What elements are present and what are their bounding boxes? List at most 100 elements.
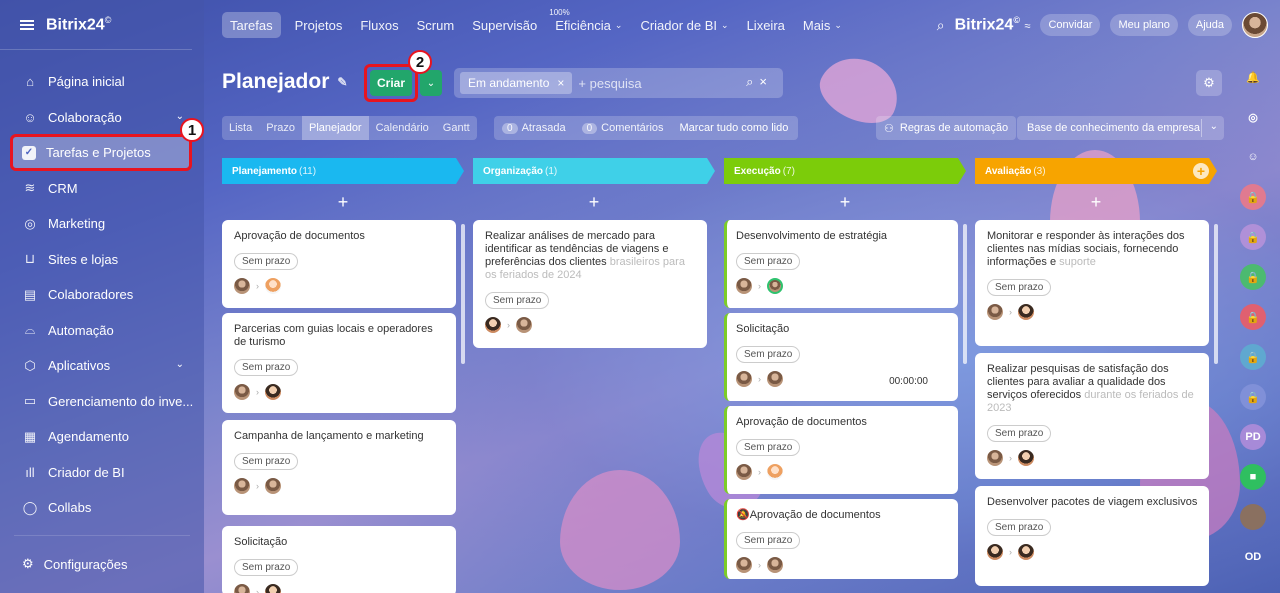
my-plan-button[interactable]: Meu plano (1110, 14, 1178, 36)
creator-avatar[interactable] (485, 317, 501, 333)
creator-avatar[interactable] (234, 278, 250, 294)
help-button[interactable]: Ajuda (1187, 14, 1232, 36)
deadline-chip[interactable]: Sem prazo (234, 359, 299, 376)
assignee-avatar[interactable] (265, 278, 281, 294)
chevron-down-icon[interactable]: ⌄ (1210, 121, 1218, 132)
tab-7[interactable]: Lixeira (739, 12, 793, 38)
deadline-chip[interactable]: Sem prazo (736, 532, 801, 549)
deadline-chip[interactable]: Sem prazo (987, 519, 1052, 536)
sidebar-item-7[interactable]: ⌓ Automação (0, 313, 204, 349)
overdue-counter[interactable]: 0 Atrasada (502, 122, 566, 134)
filter-search-bar[interactable]: Em andamento × + pesquisa ⌕× (454, 68, 783, 98)
column-header[interactable]: Organização (1) (473, 158, 715, 184)
tab-2[interactable]: Fluxos (352, 12, 406, 38)
column-header[interactable]: Avaliação (3) + (975, 158, 1217, 184)
task-card[interactable]: Campanha de lançamento e marketing Sem p… (222, 420, 456, 515)
add-card-button[interactable]: + (222, 184, 464, 220)
menu-icon[interactable] (20, 19, 34, 30)
task-title[interactable]: Solicitação (736, 323, 949, 336)
filter-chip[interactable]: Em andamento × (460, 72, 573, 94)
creator-avatar[interactable] (736, 464, 752, 480)
creator-avatar[interactable] (736, 371, 752, 387)
automation-rules-button[interactable]: ⚇ Regras de automação (876, 116, 1017, 140)
tab-4[interactable]: Supervisão (464, 12, 545, 38)
sidebar-item-11[interactable]: ıll Criador de BI (0, 455, 204, 491)
creator-avatar[interactable] (234, 384, 250, 400)
bitrix-logo[interactable]: Bitrix24© (46, 15, 111, 34)
comments-counter[interactable]: 0 Comentários (581, 122, 664, 134)
creator-avatar[interactable] (736, 278, 752, 294)
add-card-button[interactable]: + (473, 184, 715, 220)
creator-avatar[interactable] (987, 304, 1003, 320)
view-tab-4[interactable]: Gantt (436, 116, 477, 140)
task-title[interactable]: Realizar pesquisas de satisfação dos cli… (987, 363, 1200, 415)
lock-icon[interactable]: 🔒 (1240, 384, 1266, 410)
deadline-chip[interactable]: Sem prazo (234, 253, 299, 270)
tab-0[interactable]: Tarefas (222, 12, 281, 38)
settings-gear-button[interactable]: ⚙ (1196, 70, 1222, 96)
bell-icon[interactable]: 🔔 (1240, 64, 1266, 90)
task-title[interactable]: Monitorar e responder às interações dos … (987, 230, 1200, 269)
deadline-chip[interactable]: Sem prazo (485, 292, 550, 309)
lock-icon[interactable]: 🔒 (1240, 304, 1266, 330)
assignee-avatar[interactable] (265, 584, 281, 593)
creator-avatar[interactable] (987, 544, 1003, 560)
avatar[interactable] (1240, 504, 1266, 530)
task-card[interactable]: Aprovação de documentos Sem prazo › (222, 220, 456, 308)
assignee-avatar[interactable] (265, 478, 281, 494)
lock-icon[interactable]: 🔒 (1240, 224, 1266, 250)
task-title[interactable]: Parcerias com guias locais e operadores … (234, 323, 447, 349)
lock-icon[interactable]: 🔒 (1240, 184, 1266, 210)
task-card[interactable]: Realizar pesquisas de satisfação dos cli… (975, 353, 1209, 479)
view-tab-3[interactable]: Calendário (369, 116, 436, 140)
assignee-avatar[interactable] (1018, 544, 1034, 560)
sidebar-item-settings[interactable]: ⚙ Configurações (22, 556, 127, 572)
task-title[interactable]: Desenvolvimento de estratégia (736, 230, 949, 243)
task-title[interactable]: Aprovação de documentos (234, 230, 447, 243)
video-icon[interactable]: ■ (1240, 464, 1266, 490)
task-card[interactable]: Aprovação de documentos Sem prazo › (724, 406, 958, 494)
deadline-chip[interactable]: Sem prazo (736, 346, 801, 363)
task-title[interactable]: Aprovação de documentos (736, 416, 949, 429)
search-clear-icons[interactable]: ⌕× (746, 74, 773, 90)
assignee-avatar[interactable] (265, 384, 281, 400)
task-card[interactable]: 🔕Aprovação de documentos Sem prazo › (724, 499, 958, 579)
search-input[interactable]: + pesquisa (578, 76, 641, 91)
tab-8[interactable]: Mais ⌄ (795, 12, 850, 38)
tab-1[interactable]: Projetos (287, 12, 351, 38)
deadline-chip[interactable]: Sem prazo (987, 279, 1052, 296)
deadline-chip[interactable]: Sem prazo (234, 559, 299, 576)
column-scrollbar[interactable] (1214, 224, 1218, 364)
add-card-button[interactable]: + (975, 184, 1217, 220)
sidebar-item-4[interactable]: ◎ Marketing (0, 206, 204, 242)
target-icon[interactable]: ◎ (1240, 104, 1266, 130)
sidebar-item-1[interactable]: ☺ Colaboração ⌄ (0, 100, 204, 136)
search-icon[interactable]: ⌕ (937, 17, 945, 34)
column-scrollbar[interactable] (963, 224, 967, 364)
add-card-button[interactable]: + (724, 184, 966, 220)
create-dropdown-button[interactable]: ⌄ (420, 70, 442, 96)
view-tab-2[interactable]: Planejador (302, 116, 369, 140)
sidebar-item-3[interactable]: ≋ CRM (0, 171, 204, 207)
column-header[interactable]: Planejamento (11) (222, 158, 464, 184)
close-icon[interactable]: × (557, 76, 564, 90)
chevron-down-icon[interactable]: ⌄ (176, 359, 184, 370)
mark-all-read-link[interactable]: Marcar tudo como lido (680, 122, 789, 134)
sidebar-item-8[interactable]: ⬡ Aplicativos ⌄ (0, 348, 204, 384)
tab-5[interactable]: 100% Eficiência ⌄ (547, 8, 630, 38)
column-scrollbar[interactable] (461, 224, 465, 364)
task-card[interactable]: Desenvolvimento de estratégia Sem prazo … (724, 220, 958, 308)
task-card[interactable]: Solicitação Sem prazo › 00:00:00 (724, 313, 958, 401)
invite-button[interactable]: Convidar (1040, 14, 1101, 36)
assignee-avatar[interactable] (767, 371, 783, 387)
tab-6[interactable]: Criador de BI ⌄ (632, 12, 736, 38)
task-card[interactable]: Monitorar e responder às interações dos … (975, 220, 1209, 346)
deadline-chip[interactable]: Sem prazo (987, 425, 1052, 442)
task-card[interactable]: Desenvolver pacotes de viagem exclusivos… (975, 486, 1209, 586)
user-initials-avatar[interactable]: PD (1240, 424, 1266, 450)
task-card[interactable]: Parcerias com guias locais e operadores … (222, 313, 456, 413)
user-initials-avatar[interactable]: OD (1240, 544, 1266, 570)
assignee-avatar[interactable] (767, 278, 783, 294)
pin-icon[interactable]: ✎ (337, 75, 347, 89)
creator-avatar[interactable] (736, 557, 752, 573)
